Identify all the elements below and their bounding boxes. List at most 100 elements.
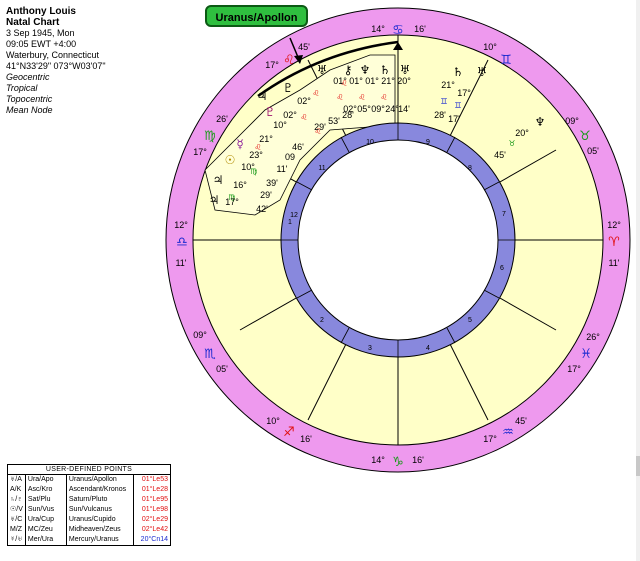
aries-glyph: ♈ bbox=[608, 235, 620, 250]
pd-r3-4: 09 bbox=[285, 152, 295, 162]
pd-r1-1: 01° bbox=[333, 76, 347, 86]
udp-abbr: Asc/Kro bbox=[25, 485, 67, 495]
deg-br1m: 17° bbox=[483, 434, 497, 444]
saturn-glyph: ♄ bbox=[380, 63, 391, 77]
aquarius-glyph: ♒ bbox=[502, 425, 514, 440]
virgo-glyph: ♍ bbox=[204, 129, 216, 144]
pd-right-5: 20° bbox=[515, 128, 529, 138]
pd-r1-3: 01° bbox=[365, 76, 379, 86]
min-right: 11' bbox=[608, 258, 619, 268]
udp-abbr: Ura/Cup bbox=[25, 515, 67, 525]
pd-right-6: 45' bbox=[494, 150, 506, 160]
sagittarius-glyph: ♐ bbox=[283, 425, 295, 440]
udp-row[interactable]: ♅/C Ura/Cup Uranus/Cupido 02°Le29 bbox=[8, 515, 170, 525]
deg-left-upper2: 17° bbox=[193, 147, 207, 157]
house-12: 12 bbox=[290, 212, 298, 219]
pd-r2-4: 24° bbox=[385, 104, 399, 114]
planet-glyph-3: ♆ bbox=[360, 63, 371, 77]
pd-r3-2: 21° bbox=[259, 134, 273, 144]
pd-right-1: 21° bbox=[441, 80, 455, 90]
deg-ur2: 09° bbox=[565, 116, 579, 126]
house-1: 1 bbox=[288, 219, 292, 226]
pd-right-4: 17' bbox=[448, 114, 460, 124]
udp-table: ♅/A Ura/Apo Uranus/Apollon 01°Le53 A/K Asc/Kr… bbox=[8, 475, 170, 545]
house-6: 6 bbox=[500, 265, 504, 272]
udp-row[interactable]: M/Z MC/Zeu Midheaven/Zeus 02°Le42 bbox=[8, 525, 170, 535]
udp-glyph: M/Z bbox=[8, 525, 26, 535]
pd-r2-3: 09° bbox=[371, 104, 385, 114]
udp-full-name: Uranus/Apollon bbox=[66, 475, 135, 485]
pd-mid-2: 02° bbox=[283, 110, 297, 120]
scroll-thumb[interactable] bbox=[636, 456, 640, 476]
vertical-scrollbar[interactable] bbox=[636, 0, 640, 561]
udp-glyph: ♅/C bbox=[8, 515, 26, 525]
midpoint-tooltip: Uranus/Apollon bbox=[205, 5, 308, 27]
planet-glyph-2: ⚷ bbox=[344, 63, 353, 77]
pd-mid-1: 02° bbox=[297, 96, 311, 106]
pd-mid-3: 53' bbox=[328, 116, 340, 126]
pd-r1-2: 01° bbox=[349, 76, 363, 86]
deg-lr1: 26° bbox=[586, 332, 600, 342]
udp-row[interactable]: ☿/♅ Mer/Ura Mercury/Uranus 20°Cn14 bbox=[8, 535, 170, 545]
sign-marker-3: ♌ bbox=[336, 93, 343, 102]
deg-br1: 45' bbox=[515, 416, 527, 426]
planet-glyph-8: ♃ bbox=[257, 89, 268, 103]
pd-r3-1: 10° bbox=[273, 120, 287, 130]
right-planet-3: ♆ bbox=[535, 115, 546, 129]
udp-full-name: Ascendant/Kronos bbox=[66, 485, 135, 495]
right-planet-1: ♄ bbox=[453, 65, 464, 79]
pd-r4-4: 39' bbox=[266, 178, 278, 188]
pisces-glyph: ♓ bbox=[580, 347, 592, 362]
udp-value: 01°Le53 bbox=[141, 476, 168, 483]
pd-r2-5: 14' bbox=[398, 104, 410, 114]
sign-marker-13: ♉ bbox=[508, 139, 515, 148]
pd-mid-4: 28' bbox=[342, 110, 354, 120]
udp-full-name: Uranus/Cupido bbox=[66, 515, 135, 525]
planet-glyph-5: ♅ bbox=[400, 63, 411, 77]
planet-glyph-6: ♇ bbox=[283, 81, 294, 95]
pd-mid-6: 46' bbox=[292, 142, 304, 152]
pd-r4-1: 10° bbox=[241, 162, 255, 172]
planet-glyph-1: ♅ bbox=[317, 63, 328, 77]
sign-marker-12: ♊ bbox=[454, 101, 461, 110]
deg-bl1: 10° bbox=[266, 416, 280, 426]
scorpio-glyph: ♏ bbox=[204, 347, 216, 362]
udp-abbr: MC/Zeu bbox=[25, 525, 67, 535]
udp-value: 02°Le42 bbox=[141, 526, 168, 533]
leo-glyph: ♌ bbox=[283, 53, 295, 68]
house-10: 10 bbox=[366, 139, 374, 146]
libra-glyph: ♎ bbox=[176, 235, 188, 250]
udp-glyph: ♅/A bbox=[8, 475, 26, 485]
udp-row[interactable]: ☉/V Sun/Vus Sun/Vulcanus 01°Le98 bbox=[8, 505, 170, 515]
deg-lr1m: 17° bbox=[567, 364, 581, 374]
deg-ul1m: 45' bbox=[298, 42, 310, 52]
pd-right-3: 28' bbox=[434, 110, 446, 120]
pd-r4-5: 29' bbox=[260, 190, 272, 200]
min-left: 11' bbox=[175, 258, 186, 268]
house-7: 7 bbox=[502, 211, 506, 218]
jupiter-glyph: ♃ bbox=[209, 193, 220, 207]
deg-right: 12° bbox=[607, 220, 621, 230]
right-planet-2: ♅ bbox=[477, 65, 488, 79]
udp-row[interactable]: A/K Asc/Kro Ascendant/Kronos 01°Le28 bbox=[8, 485, 170, 495]
udp-full-name: Midheaven/Zeus bbox=[66, 525, 135, 535]
pd-r2-2: 05° bbox=[357, 104, 371, 114]
house-9: 9 bbox=[426, 139, 430, 146]
udp-value: 20°Cn14 bbox=[140, 536, 168, 543]
udp-abbr: Mer/Ura bbox=[25, 535, 67, 545]
pd-r4-6: 42' bbox=[256, 204, 268, 214]
mercury-glyph: ☿ bbox=[236, 137, 243, 151]
deg-ll1: 09° bbox=[193, 330, 207, 340]
pd-r4-3: 17° bbox=[225, 197, 239, 207]
deg-bottom-right: 16' bbox=[412, 455, 424, 465]
sign-marker-4: ♌ bbox=[358, 93, 365, 102]
udp-glyph: ♄/♇ bbox=[8, 495, 26, 505]
udp-row[interactable]: ♅/A Ura/Apo Uranus/Apollon 01°Le53 bbox=[8, 475, 170, 485]
deg-ur2m: 05' bbox=[587, 146, 599, 156]
cancer-glyph: ♋ bbox=[392, 23, 404, 38]
house-8: 8 bbox=[468, 165, 472, 172]
house-11: 11 bbox=[318, 165, 325, 172]
pluto-glyph: ♇ bbox=[265, 105, 276, 119]
udp-row[interactable]: ♄/♇ Sat/Plu Saturn/Pluto 01°Le95 bbox=[8, 495, 170, 505]
pd-right-2: 17° bbox=[457, 88, 471, 98]
